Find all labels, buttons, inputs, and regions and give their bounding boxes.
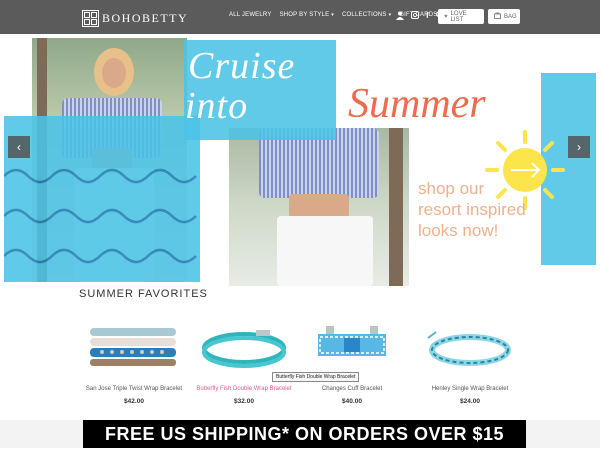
product-price: $42.00 [124, 398, 144, 405]
hero-photo-right [229, 128, 409, 286]
product-name[interactable]: Henley Single Wrap Bracelet [418, 386, 522, 392]
carousel-prev-button[interactable]: ‹ [8, 136, 30, 158]
promo-banner[interactable]: FREE US SHIPPING* ON ORDERS OVER $15 [83, 420, 526, 448]
product-image[interactable] [82, 318, 186, 376]
product-name[interactable]: Changes Cuff Bracelet [300, 386, 404, 392]
chevron-down-icon: ▾ [331, 12, 335, 18]
facebook-icon[interactable]: f [426, 11, 429, 22]
product-card[interactable]: Henley Single Wrap Bracelet $24.00 [418, 318, 522, 405]
hero-headline: into [185, 85, 249, 127]
brand-logo[interactable]: BOHOBETTY [82, 9, 188, 27]
product-price: $24.00 [460, 398, 480, 405]
brand-name: BOHOBETTY [102, 10, 189, 25]
promo-banner-edge [0, 420, 83, 448]
bag-button[interactable]: BAG [488, 9, 520, 24]
product-card[interactable]: San Jose Triple Twist Wrap Bracelet $42.… [82, 318, 186, 405]
nav-shop-by-style[interactable]: SHOP BY STYLE ▾ [280, 12, 334, 18]
product-name[interactable]: Butterfly Fish Double Wrap Bracelet [192, 386, 296, 392]
product-image[interactable] [300, 318, 404, 376]
hero-headline-accent: Summer [348, 81, 486, 127]
hero-tagline[interactable]: shop our resort inspired looks now! [418, 178, 528, 241]
hero-headline: Cruise [188, 45, 296, 87]
top-nav-bar: BOHOBETTY ALL JEWELRY SHOP BY STYLE ▾ COL… [0, 0, 600, 34]
bag-icon [494, 12, 501, 21]
product-name[interactable]: San Jose Triple Twist Wrap Bracelet [82, 386, 186, 392]
heart-icon: ♥ [444, 13, 448, 20]
love-list-button[interactable]: ♥ LOVE LIST [438, 9, 484, 24]
chevron-down-icon: ▾ [388, 12, 392, 18]
section-title: SUMMER FAVORITES [79, 288, 208, 300]
nav-all-jewelry[interactable]: ALL JEWELRY [229, 12, 272, 18]
blue-brushstroke [4, 116, 200, 282]
product-card[interactable]: Changes Cuff Bracelet $40.00 [300, 318, 404, 405]
product-card[interactable]: Butterfly Fish Double Wrap Bracelet $32.… [192, 318, 296, 405]
product-price: $32.00 [234, 398, 254, 405]
product-image[interactable] [192, 318, 296, 376]
nav-collections[interactable]: COLLECTIONS ▾ [342, 12, 391, 18]
instagram-icon[interactable] [411, 11, 419, 22]
carousel-next-button[interactable]: › [568, 136, 590, 158]
header-icons: f [396, 11, 444, 22]
chevron-right-icon: › [577, 140, 581, 154]
chevron-left-icon: ‹ [17, 140, 21, 154]
promo-banner-edge [526, 420, 600, 448]
product-image[interactable] [418, 318, 522, 376]
logo-icon [82, 9, 99, 27]
user-icon[interactable] [396, 11, 404, 22]
product-price: $40.00 [342, 398, 362, 405]
